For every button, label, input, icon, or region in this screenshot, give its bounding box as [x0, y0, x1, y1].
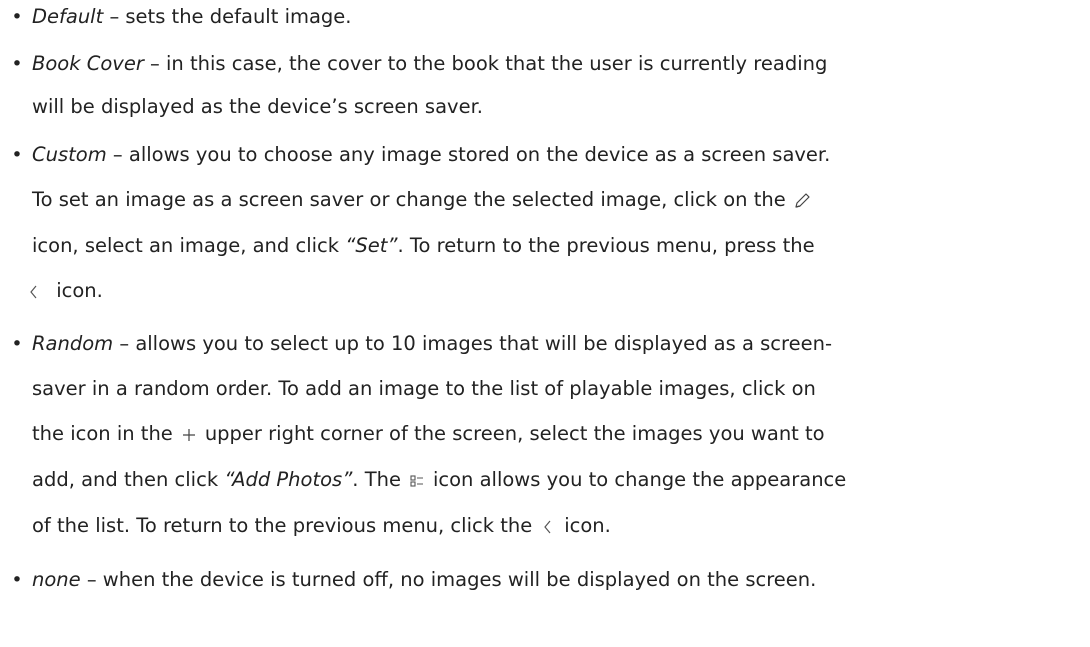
random-text-1: – allows you to select up to 10 images t…: [113, 332, 832, 355]
none-line-1: none – when the device is turned off, no…: [32, 566, 816, 594]
bullet: •: [11, 53, 23, 75]
list-view-icon: [405, 469, 429, 493]
custom-text-3b: . To return to the previous menu, press …: [397, 234, 815, 257]
document-page: • Default – sets the default image. • Bo…: [0, 0, 1090, 647]
pencil-icon: [790, 189, 814, 213]
random-text-5a: of the list. To return to the previous m…: [32, 514, 533, 537]
random-text-5b: icon.: [564, 514, 611, 537]
book-cover-line-1: Book Cover – in this case, the cover to …: [32, 50, 827, 78]
random-line-5: of the list. To return to the previous m…: [32, 512, 611, 540]
bullet: •: [11, 144, 23, 166]
custom-line-2: To set an image as a screen saver or cha…: [32, 186, 818, 214]
random-line-3: the icon in the upper right corner of th…: [32, 420, 825, 448]
custom-text-2: To set an image as a screen saver or cha…: [32, 188, 786, 211]
custom-line-1: Custom – allows you to choose any image …: [32, 141, 830, 169]
random-line-2: saver in a random order. To add an image…: [32, 377, 816, 400]
custom-text-1: – allows you to choose any image stored …: [106, 143, 831, 166]
custom-term: Custom: [32, 143, 107, 166]
custom-line-4: icon.: [22, 277, 103, 305]
custom-line-3: icon, select an image, and click “Set”. …: [32, 232, 815, 260]
random-text-4a: add, and then click: [32, 468, 225, 491]
random-text-3b: upper right corner of the screen, select…: [204, 422, 825, 445]
plus-icon: [177, 423, 201, 447]
none-text: – when the device is turned off, no imag…: [80, 568, 817, 591]
custom-text-3a: icon, select an image, and click: [32, 234, 346, 257]
random-line-1: Random – allows you to select up to 10 i…: [32, 330, 832, 358]
random-text-3a: the icon in the: [32, 422, 173, 445]
default-line-1: Default – sets the default image.: [32, 3, 352, 31]
random-line-4: add, and then click “Add Photos”. The ic…: [32, 466, 846, 494]
random-term: Random: [32, 332, 114, 355]
bullet: •: [11, 333, 23, 355]
chevron-left-icon: [536, 515, 560, 539]
random-add-photos-label: “Add Photos”: [224, 468, 353, 491]
custom-set-label: “Set”: [345, 234, 398, 257]
bullet: •: [11, 569, 23, 591]
chevron-left-icon: [22, 280, 46, 304]
default-term: Default: [32, 5, 104, 28]
book-cover-term: Book Cover: [32, 52, 144, 75]
random-text-4c: icon allows you to change the appearance: [432, 468, 847, 491]
default-text: – sets the default image.: [103, 5, 352, 28]
none-term: none: [32, 568, 81, 591]
random-text-4b: . The: [352, 468, 401, 491]
book-cover-line-2: will be displayed as the device’s screen…: [32, 95, 483, 118]
custom-text-4: icon.: [56, 279, 103, 302]
book-cover-text-1: – in this case, the cover to the book th…: [143, 52, 828, 75]
bullet: •: [11, 6, 23, 28]
